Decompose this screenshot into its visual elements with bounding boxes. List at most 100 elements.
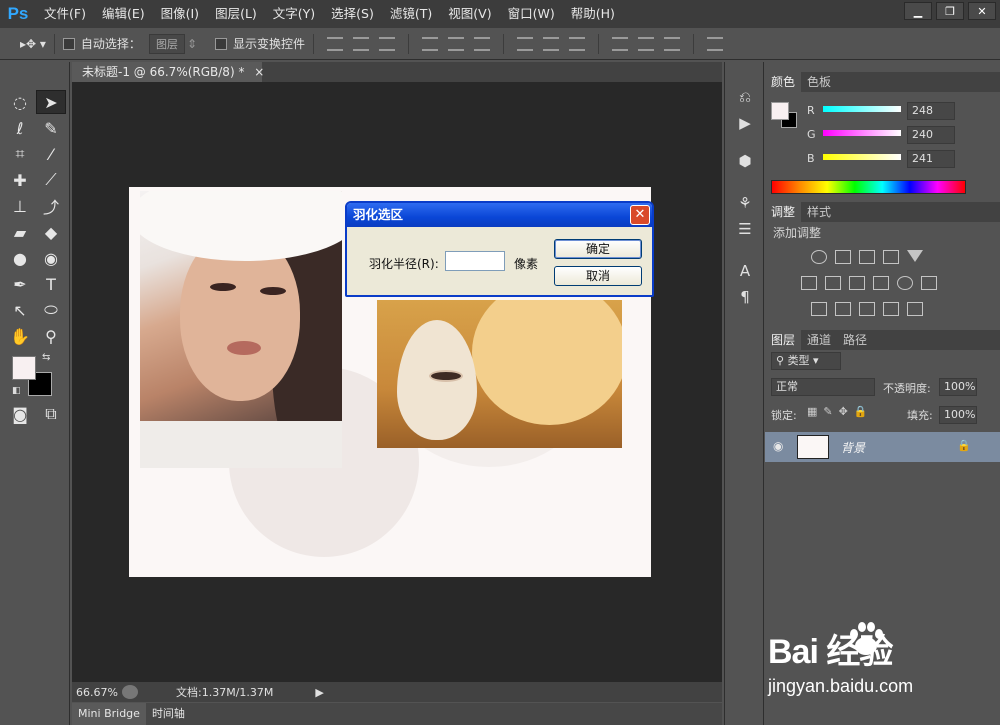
photo-filter-icon[interactable] xyxy=(873,276,889,290)
move-tool-icon[interactable]: ▸✥ ▾ xyxy=(20,37,46,51)
color-foreground-swatch[interactable] xyxy=(771,102,789,120)
menu-view[interactable]: 视图(V) xyxy=(440,0,499,28)
distribute-hcenter-icon[interactable] xyxy=(638,36,655,51)
auto-select-checkbox[interactable]: 自动选择： 图层 ⇕ xyxy=(62,33,197,54)
black-white-icon[interactable] xyxy=(849,276,865,290)
auto-select-dropdown[interactable]: 图层 xyxy=(148,33,185,54)
marquee-tool-icon[interactable]: ◌ xyxy=(5,90,35,114)
type-tool-icon[interactable]: T xyxy=(36,272,66,296)
close-tab-icon[interactable]: × xyxy=(254,65,264,79)
selective-color-icon[interactable] xyxy=(883,302,899,316)
color-lookup-icon[interactable] xyxy=(921,276,937,290)
align-left-icon[interactable] xyxy=(422,36,439,51)
document-tab[interactable]: 未标题-1 @ 66.7%(RGB/8) * × xyxy=(72,62,264,82)
distribute-top-icon[interactable] xyxy=(517,36,534,51)
channel-mixer-icon[interactable] xyxy=(897,276,913,290)
quick-mask-icon[interactable]: ◙ xyxy=(5,402,35,426)
brush-tool-icon[interactable]: ⟋ xyxy=(36,168,66,192)
screen-mode-icon[interactable]: ⧉ xyxy=(36,402,66,426)
menu-help[interactable]: 帮助(H) xyxy=(563,0,623,28)
align-hcenter-icon[interactable] xyxy=(448,36,465,51)
channel-g-value[interactable]: 240 xyxy=(907,126,955,144)
tab-adjustments[interactable]: 调整 xyxy=(765,202,802,222)
actions-panel-icon[interactable]: ▶ xyxy=(734,112,756,134)
ok-button[interactable]: 确定 xyxy=(554,239,642,259)
visibility-eye-icon[interactable]: ◉ xyxy=(773,439,783,453)
brush-panel-icon[interactable]: ⚘ xyxy=(734,192,756,214)
zoom-level[interactable]: 66.67% xyxy=(76,686,122,699)
gradient-map-icon[interactable] xyxy=(907,302,923,316)
color-spectrum-bar[interactable] xyxy=(771,180,966,194)
distribute-vcenter-icon[interactable] xyxy=(543,36,560,51)
vibrance-icon[interactable] xyxy=(907,250,923,262)
channel-r-value[interactable]: 248 xyxy=(907,102,955,120)
character-panel-icon[interactable]: A xyxy=(734,260,756,282)
distribute-right-icon[interactable] xyxy=(664,36,681,51)
eraser-tool-icon[interactable]: ▰ xyxy=(5,220,35,244)
brush-presets-icon[interactable]: ☰ xyxy=(734,218,756,240)
eyedropper-tool-icon[interactable]: ⁄ xyxy=(36,142,66,166)
channel-b-value[interactable]: 241 xyxy=(907,150,955,168)
history-brush-icon[interactable]: ⤴ xyxy=(36,194,66,218)
show-transform-checkbox[interactable]: 显示变换控件 xyxy=(215,35,305,52)
lasso-tool-icon[interactable]: ℓ xyxy=(5,116,35,140)
zoom-tool-icon[interactable]: ⚲ xyxy=(36,324,66,348)
crop-tool-icon[interactable]: ⌗ xyxy=(5,142,35,166)
channel-r-slider[interactable] xyxy=(823,106,901,112)
layer-kind-filter[interactable]: ⚲ 类型 ▾ xyxy=(771,352,841,370)
opacity-input[interactable]: 100% xyxy=(939,378,977,396)
dialog-close-icon[interactable]: ✕ xyxy=(630,205,650,225)
brightness-icon[interactable] xyxy=(811,250,827,264)
layer-row-background[interactable]: ◉ 背景 🔒 xyxy=(765,432,1000,462)
default-colors-icon[interactable]: ◧ xyxy=(12,386,21,396)
menu-select[interactable]: 选择(S) xyxy=(323,0,382,28)
paragraph-panel-icon[interactable]: ¶ xyxy=(734,286,756,308)
menu-type[interactable]: 文字(Y) xyxy=(265,0,323,28)
minimize-icon[interactable]: ▁ xyxy=(904,2,932,20)
blur-tool-icon[interactable]: ● xyxy=(5,246,35,270)
color-balance-icon[interactable] xyxy=(825,276,841,290)
history-panel-icon[interactable]: ⎌ xyxy=(734,86,756,108)
hand-tool-icon[interactable]: ✋ xyxy=(5,324,35,348)
move-tool-icon[interactable]: ➤ xyxy=(36,90,66,114)
dialog-title-bar[interactable]: 羽化选区 ✕ xyxy=(347,203,652,227)
levels-icon[interactable] xyxy=(835,250,851,264)
menu-window[interactable]: 窗口(W) xyxy=(500,0,563,28)
blend-mode-select[interactable]: 正常 xyxy=(771,378,875,396)
pen-tool-icon[interactable]: ✒ xyxy=(5,272,35,296)
tab-styles[interactable]: 样式 xyxy=(801,202,837,222)
menu-filter[interactable]: 滤镜(T) xyxy=(382,0,440,28)
cancel-button[interactable]: 取消 xyxy=(554,266,642,286)
menu-layer[interactable]: 图层(L) xyxy=(207,0,265,28)
align-right-icon[interactable] xyxy=(474,36,491,51)
status-info-icon[interactable] xyxy=(122,685,138,699)
paint-bucket-icon[interactable]: ◆ xyxy=(36,220,66,244)
channel-g-slider[interactable] xyxy=(823,130,901,136)
swap-colors-icon[interactable]: ⇆ xyxy=(42,352,50,363)
posterize-icon[interactable] xyxy=(835,302,851,316)
lock-icons[interactable]: ▦✎✥🔒 xyxy=(807,405,874,418)
menu-image[interactable]: 图像(I) xyxy=(153,0,207,28)
curves-icon[interactable] xyxy=(859,250,875,264)
path-select-icon[interactable]: ↖ xyxy=(5,298,35,322)
hue-saturation-icon[interactable] xyxy=(801,276,817,290)
align-vcenter-icon[interactable] xyxy=(353,36,370,51)
tab-timeline[interactable]: 时间轴 xyxy=(146,703,191,725)
status-menu-arrow-icon[interactable]: ▶ xyxy=(315,686,323,699)
tab-color[interactable]: 颜色 xyxy=(765,72,802,92)
align-bottom-icon[interactable] xyxy=(379,36,396,51)
tab-channels[interactable]: 通道 xyxy=(801,330,837,350)
invert-icon[interactable] xyxy=(811,302,827,316)
distribute-bottom-icon[interactable] xyxy=(569,36,586,51)
tab-mini-bridge[interactable]: Mini Bridge xyxy=(72,703,146,725)
3d-panel-icon[interactable]: ⬢ xyxy=(734,150,756,172)
channel-b-slider[interactable] xyxy=(823,154,901,160)
feather-radius-input[interactable] xyxy=(445,251,505,271)
ellipse-tool-icon[interactable]: ⬭ xyxy=(36,298,66,322)
exposure-icon[interactable] xyxy=(883,250,899,264)
healing-brush-icon[interactable]: ✚ xyxy=(5,168,35,192)
close-icon[interactable]: ✕ xyxy=(968,2,996,20)
clone-stamp-icon[interactable]: ⊥ xyxy=(5,194,35,218)
align-top-icon[interactable] xyxy=(327,36,344,51)
menu-file[interactable]: 文件(F) xyxy=(36,0,94,28)
